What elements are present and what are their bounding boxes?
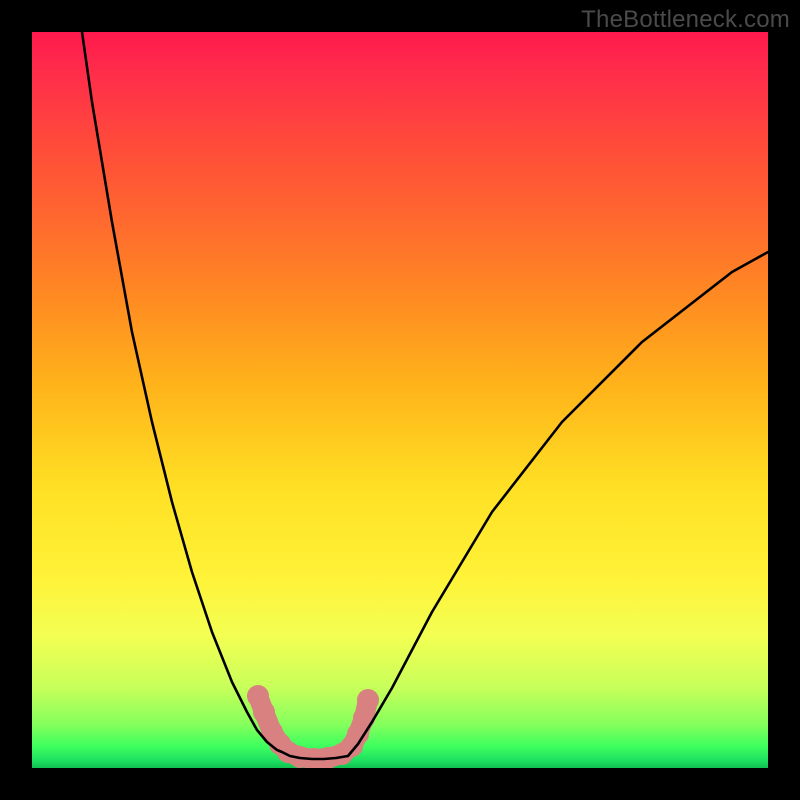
watermark-text: TheBottleneck.com: [581, 6, 790, 34]
gradient-plot-area: [32, 32, 768, 768]
marker-dot: [357, 689, 379, 711]
chart-frame: TheBottleneck.com: [0, 0, 800, 800]
bottleneck-curve: [32, 32, 768, 768]
marker-layer: [247, 685, 379, 768]
marker-dot: [253, 701, 275, 723]
curve-path: [82, 32, 768, 759]
